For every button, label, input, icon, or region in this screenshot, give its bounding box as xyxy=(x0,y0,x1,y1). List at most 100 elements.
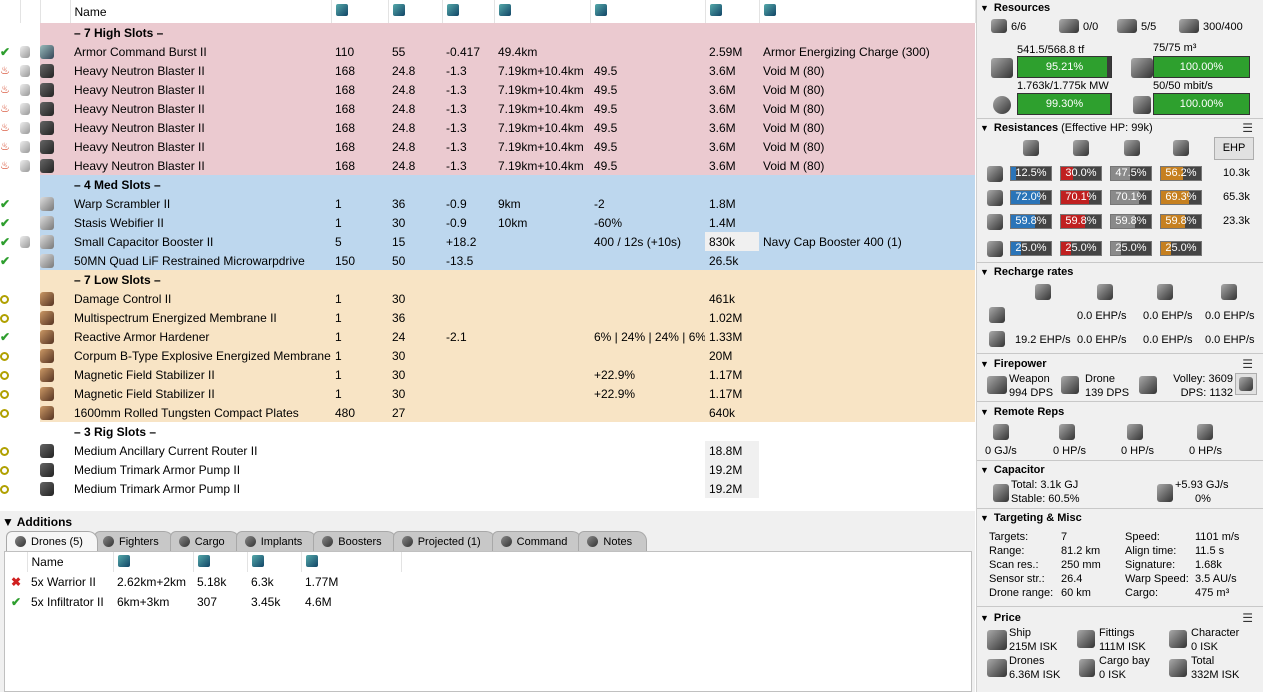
header-powergrid[interactable] xyxy=(388,0,443,23)
module-row[interactable]: Medium Trimark Armor Pump II 19.2M xyxy=(0,479,975,498)
resistances-menu-icon[interactable]: ☰ xyxy=(1242,121,1253,135)
passive-state-icon[interactable] xyxy=(0,484,9,494)
firepower-menu-icon[interactable]: ☰ xyxy=(1242,357,1253,371)
tab-fighters[interactable]: Fighters xyxy=(93,531,174,551)
active-check-icon[interactable]: ✔ xyxy=(0,217,11,229)
resistances-header[interactable]: ▼ Resistances (Effective HP: 99k) xyxy=(980,122,1153,134)
drone-row[interactable]: ✖ 5x Warrior II 2.62km+2km 5.18k 6.3k 1.77M xyxy=(5,572,401,592)
firepower-header[interactable]: ▼ Firepower xyxy=(980,358,1047,370)
module-misc: 49.5 xyxy=(590,99,705,118)
overheat-icon[interactable]: ♨ xyxy=(0,122,11,134)
module-row[interactable]: Magnetic Field Stabilizer II 1 30 +22.9% 1.1… xyxy=(0,384,975,403)
drones-header-range[interactable] xyxy=(113,552,194,572)
module-row[interactable]: ♨ Heavy Neutron Blaster II 168 24.8 -1.3 7.19… xyxy=(0,80,975,99)
passive-state-icon[interactable] xyxy=(0,351,9,361)
armor-repair-icon xyxy=(1097,284,1113,300)
membrane-icon xyxy=(40,310,54,325)
drones-header-price[interactable] xyxy=(301,552,402,572)
resist-cell: 56.2% xyxy=(1160,166,1202,181)
tab-command[interactable]: Command xyxy=(491,531,583,551)
drones-body: ✖ 5x Warrior II 2.62km+2km 5.18k 6.3k 1.77M ✔ 5… xyxy=(5,572,401,612)
module-row[interactable]: ✔ Warp Scrambler II 1 36 -0.9 9km -2 1.8M xyxy=(0,194,975,213)
overheat-icon[interactable]: ♨ xyxy=(0,103,11,115)
section-header-hi[interactable]: – 7 High Slots – xyxy=(0,23,975,42)
overheat-icon[interactable]: ♨ xyxy=(0,141,11,153)
header-range[interactable] xyxy=(494,0,591,23)
fitting-table: Name – 7 High Slots – ✔ Armor Command Burs… xyxy=(0,0,976,498)
active-check-icon[interactable]: ✔ xyxy=(0,198,11,210)
passive-state-icon[interactable] xyxy=(0,465,9,475)
section-header-low[interactable]: – 7 Low Slots – xyxy=(0,270,975,289)
module-row[interactable]: ✔ 50MN Quad LiF Restrained Microwarpdrive… xyxy=(0,251,975,270)
overheat-icon[interactable]: ♨ xyxy=(0,84,11,96)
cargo-price: 0 ISK xyxy=(1099,669,1126,681)
drone-row[interactable]: ✔ 5x Infiltrator II 6km+3km 307 3.45k 4.6M xyxy=(5,592,401,612)
active-check-icon[interactable]: ✔ xyxy=(0,331,11,343)
drones-header-misc[interactable] xyxy=(193,552,248,572)
overheat-icon[interactable]: ♨ xyxy=(0,65,11,77)
header-charge-icon[interactable] xyxy=(20,0,41,23)
module-row[interactable]: ♨ Heavy Neutron Blaster II 168 24.8 -1.3 7.19… xyxy=(0,137,975,156)
active-check-icon[interactable]: ✔ xyxy=(0,46,11,58)
active-check-icon[interactable]: ✔ xyxy=(0,255,11,267)
inactive-x-icon[interactable]: ✖ xyxy=(11,575,21,589)
passive-state-icon[interactable] xyxy=(0,446,9,456)
section-header-med[interactable]: – 4 Med Slots – xyxy=(0,175,975,194)
tab-cargo[interactable]: Cargo xyxy=(169,531,240,551)
module-row[interactable]: Damage Control II 1 30 461k xyxy=(0,289,975,308)
passive-state-icon[interactable] xyxy=(0,294,9,304)
module-row[interactable]: 1600mm Rolled Tungsten Compact Plates 480… xyxy=(0,403,975,422)
header-capacitor[interactable] xyxy=(442,0,495,23)
passive-state-icon[interactable] xyxy=(0,389,9,399)
recharge-header[interactable]: ▼ Recharge rates xyxy=(980,266,1073,278)
drones-header-speed[interactable] xyxy=(247,552,302,572)
module-row[interactable]: ✔ Reactive Armor Hardener 1 24 -2.1 6% | 24% … xyxy=(0,327,975,346)
module-row[interactable]: Medium Trimark Armor Pump II 19.2M xyxy=(0,460,975,479)
module-row[interactable]: Medium Ancillary Current Router II 18.8M xyxy=(0,441,975,460)
targeting-header[interactable]: ▼ Targeting & Misc xyxy=(980,512,1082,524)
price-menu-icon[interactable]: ☰ xyxy=(1242,611,1253,625)
header-icon[interactable] xyxy=(40,0,71,23)
header-name[interactable]: Name xyxy=(70,0,332,23)
tab-boosters[interactable]: Boosters xyxy=(313,531,397,551)
module-row[interactable]: ✔ Stasis Webifier II 1 30 -0.9 10km -60% 1.4M xyxy=(0,213,975,232)
capacitor-header[interactable]: ▼ Capacitor xyxy=(980,464,1045,476)
drones-header-name[interactable]: Name xyxy=(27,552,114,572)
module-row[interactable]: ♨ Heavy Neutron Blaster II 168 24.8 -1.3 7.19… xyxy=(0,61,975,80)
header-cpu[interactable] xyxy=(331,0,389,23)
ehp-button[interactable]: EHP xyxy=(1214,137,1254,160)
tab-drones[interactable]: Drones (5) xyxy=(6,531,98,551)
header-price[interactable] xyxy=(705,0,760,23)
module-row[interactable]: ♨ Heavy Neutron Blaster II 168 24.8 -1.3 7.19… xyxy=(0,99,975,118)
passive-state-icon[interactable] xyxy=(0,408,9,418)
module-row[interactable]: ♨ Heavy Neutron Blaster II 168 24.8 -1.3 7.19… xyxy=(0,118,975,137)
misc-icon xyxy=(197,554,210,567)
damage-pattern-icon xyxy=(987,241,1003,257)
active-check-icon[interactable]: ✔ xyxy=(0,236,11,248)
damage-pattern-button[interactable] xyxy=(1235,373,1257,395)
remote-reps-header[interactable]: ▼ Remote Reps xyxy=(980,406,1064,418)
module-row[interactable]: Corpum B-Type Explosive Energized Membra… xyxy=(0,346,975,365)
header-state[interactable] xyxy=(0,0,21,23)
passive-state-icon[interactable] xyxy=(0,370,9,380)
header-charge[interactable] xyxy=(759,0,976,23)
tab-implants[interactable]: Implants xyxy=(235,531,318,551)
module-row[interactable]: Multispectrum Energized Membrane II 1 36 1.… xyxy=(0,308,975,327)
active-check-icon[interactable]: ✔ xyxy=(11,595,21,609)
price-header[interactable]: ▼ Price xyxy=(980,612,1021,624)
module-row[interactable]: ✔ Small Capacitor Booster II 5 15 +18.2 400 /… xyxy=(0,232,975,251)
section-header-rig[interactable]: – 3 Rig Slots – xyxy=(0,422,975,441)
module-row[interactable]: Magnetic Field Stabilizer II 1 30 +22.9% 1.1… xyxy=(0,365,975,384)
module-pg: 24.8 xyxy=(388,61,442,80)
additions-title[interactable]: ▼ Additions xyxy=(2,515,72,529)
header-misc[interactable] xyxy=(590,0,706,23)
module-row[interactable]: ♨ Heavy Neutron Blaster II 168 24.8 -1.3 7.19… xyxy=(0,156,975,175)
resources-header[interactable]: ▼ Resources xyxy=(980,2,1050,14)
tab-notes[interactable]: Notes xyxy=(578,531,648,551)
tab-projected[interactable]: Projected (1) xyxy=(392,531,496,551)
module-price: 461k xyxy=(705,289,759,308)
drones-header-state[interactable] xyxy=(5,552,28,572)
overheat-icon[interactable]: ♨ xyxy=(0,160,11,172)
module-row[interactable]: ✔ Armor Command Burst II 110 55 -0.417 49.4km… xyxy=(0,42,975,61)
passive-state-icon[interactable] xyxy=(0,313,9,323)
